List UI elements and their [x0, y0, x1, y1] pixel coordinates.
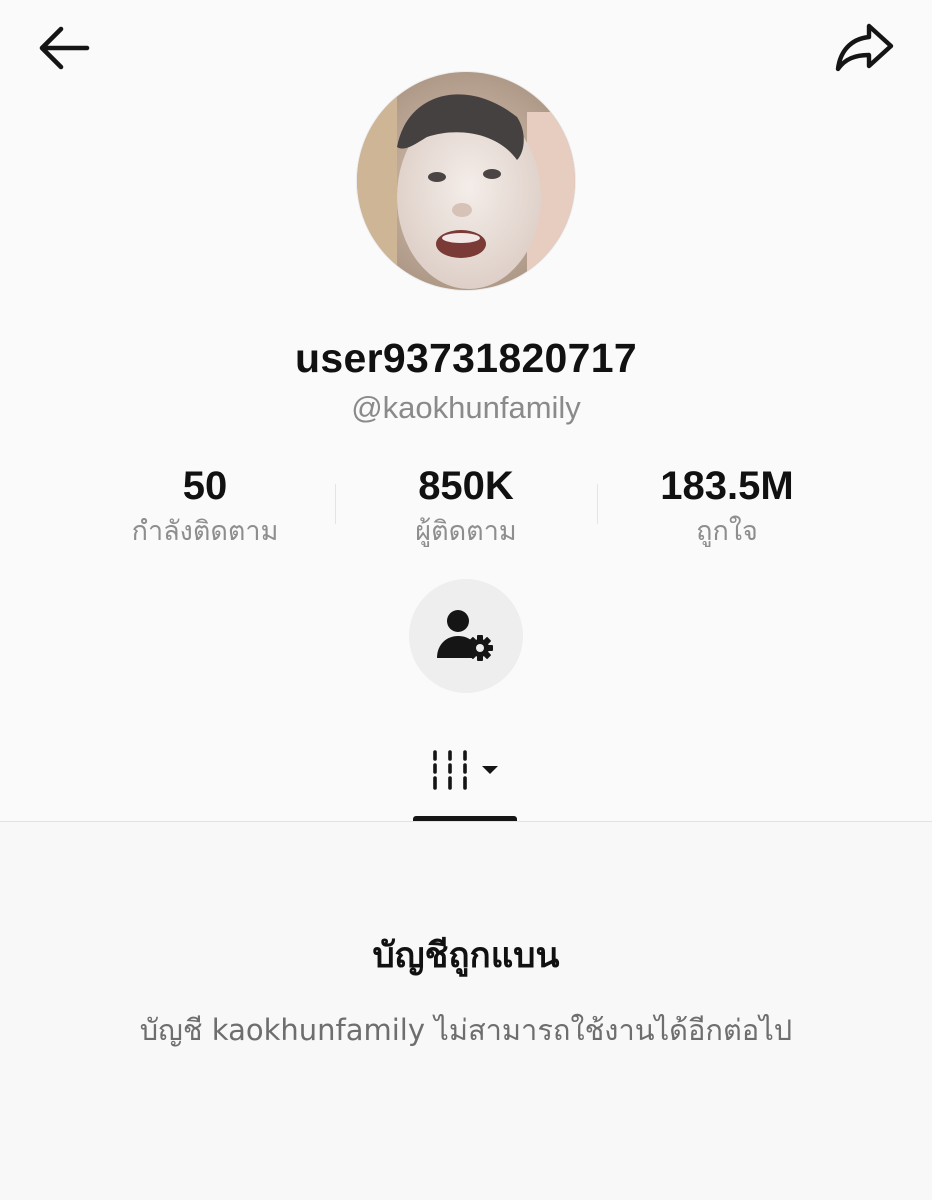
handle: @kaokhunfamily	[351, 390, 581, 425]
profile-settings-button[interactable]	[409, 579, 523, 693]
likes-label: ถูกใจ	[696, 516, 758, 547]
likes-count: 183.5M	[660, 464, 794, 508]
share-button[interactable]	[826, 16, 902, 80]
tab-bar	[0, 720, 932, 822]
arrow-left-icon	[39, 26, 90, 70]
stat-following[interactable]: 50 กำลังติดตาม	[75, 460, 335, 552]
followers-label: ผู้ติดตาม	[415, 516, 517, 547]
followers-count: 850K	[418, 464, 514, 508]
grid-video-icon	[433, 750, 498, 790]
following-count: 50	[182, 464, 228, 508]
stat-followers[interactable]: 850K ผู้ติดตาม	[336, 460, 596, 552]
stat-likes[interactable]: 183.5M ถูกใจ	[597, 460, 857, 552]
person-gear-icon	[437, 610, 493, 661]
ban-message: บัญชี kaokhunfamily ไม่สามารถใช้งานได้อี…	[139, 1013, 793, 1047]
avatar[interactable]	[357, 72, 575, 290]
share-arrow-icon	[835, 23, 894, 72]
stats-row: 50 กำลังติดตาม 850K ผู้ติดตาม 183.5M ถูก…	[0, 460, 932, 560]
back-button[interactable]	[28, 18, 98, 78]
following-label: กำลังติดตาม	[131, 516, 279, 547]
caret-down-icon	[482, 766, 498, 774]
username: user93731820717	[295, 335, 637, 381]
ban-title: บัญชีถูกแบน	[372, 936, 560, 976]
tab-videos[interactable]	[413, 720, 517, 822]
